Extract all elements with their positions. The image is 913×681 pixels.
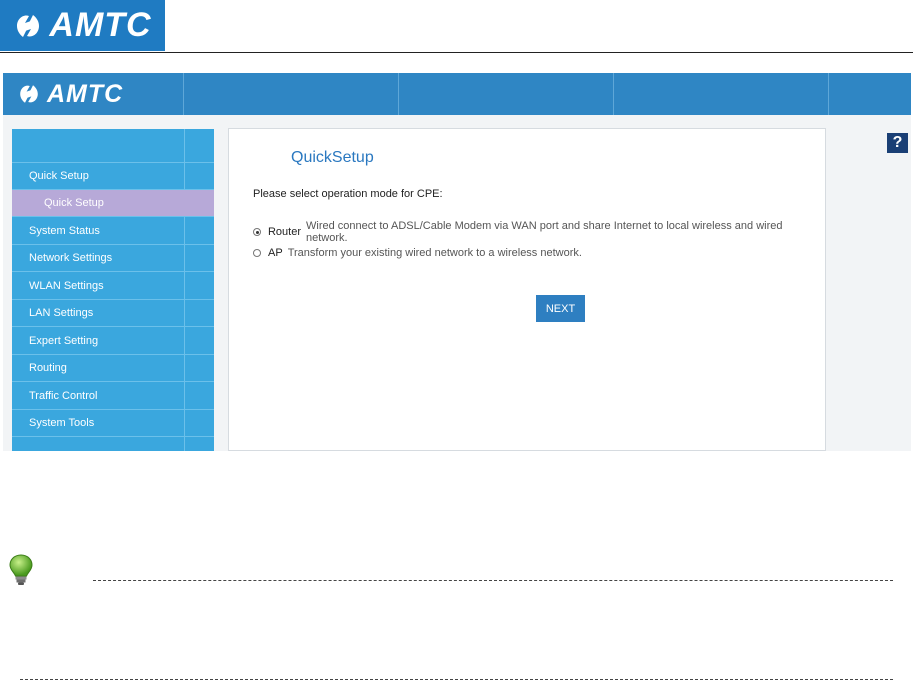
router-ui-screenshot: AMTC Quick Setup Quick Setup System Stat…	[3, 73, 911, 451]
sidebar-subitem-quick-setup[interactable]: Quick Setup	[12, 190, 214, 217]
next-button[interactable]: NEXT	[536, 295, 585, 322]
mode-prompt: Please select operation mode for CPE:	[253, 188, 443, 200]
logo-text: AMTC	[49, 6, 152, 44]
ap-mode-option[interactable]: AP Transform your existing wired network…	[253, 247, 582, 259]
topbar-logo-text: AMTC	[47, 79, 124, 108]
ap-mode-label: AP	[268, 247, 283, 259]
note-divider-top	[93, 580, 893, 581]
router-mode-option[interactable]: Router Wired connect to ADSL/Cable Modem…	[253, 220, 825, 244]
amtc-logo-mark-icon	[20, 85, 38, 103]
lightbulb-icon	[9, 554, 33, 585]
question-icon[interactable]: ?	[887, 133, 908, 153]
sidebar-item-wlan-settings[interactable]: WLAN Settings	[12, 273, 214, 300]
sidebar-item-traffic-control[interactable]: Traffic Control	[12, 383, 214, 410]
sidebar-item-lan-settings[interactable]: LAN Settings	[12, 300, 214, 327]
sidebar-item-routing[interactable]: Routing	[12, 355, 214, 382]
topbar-tab-divider	[828, 73, 829, 115]
router-mode-description: Wired connect to ADSL/Cable Modem via WA…	[306, 220, 783, 244]
sidebar-item-expert-setting[interactable]: Expert Setting	[12, 328, 214, 355]
topbar-logo: AMTC	[17, 76, 123, 112]
topbar-tab-divider	[613, 73, 614, 115]
ap-mode-radio[interactable]	[253, 249, 261, 257]
main-panel: QuickSetup Please select operation mode …	[228, 128, 826, 451]
sidebar-item-system-status[interactable]: System Status	[12, 218, 214, 245]
page-title: QuickSetup	[291, 149, 374, 166]
ap-mode-description: Transform your existing wired network to…	[287, 247, 582, 259]
topbar-tab-divider	[183, 73, 184, 115]
top-navigation-bar: AMTC	[3, 73, 911, 115]
sidebar-item-system-tools[interactable]: System Tools	[12, 410, 214, 437]
sidebar-item-quick-setup[interactable]: Quick Setup	[12, 163, 214, 190]
topbar-tab-divider	[398, 73, 399, 115]
router-mode-label: Router	[267, 226, 301, 238]
note-divider-bottom	[20, 679, 893, 680]
document-logo: AMTC	[0, 0, 165, 51]
header-divider	[0, 52, 913, 53]
sidebar-item-network-settings[interactable]: Network Settings	[12, 245, 214, 272]
sidebar-menu: Quick Setup Quick Setup System Status Ne…	[12, 129, 214, 451]
router-mode-radio[interactable]	[253, 228, 261, 236]
amtc-logo-mark-icon	[17, 14, 40, 37]
